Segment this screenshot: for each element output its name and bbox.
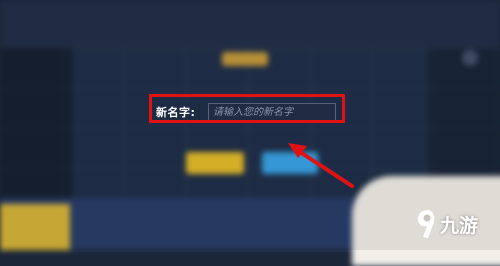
nine-game-logo-icon <box>417 210 435 238</box>
watermark-text: 九游 <box>440 214 479 237</box>
watermark: 九游 <box>414 204 496 244</box>
